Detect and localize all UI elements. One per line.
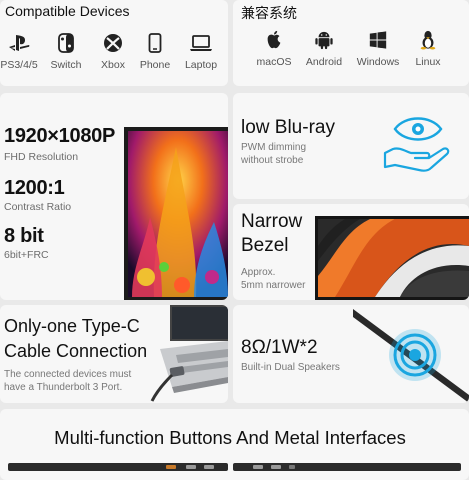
system-linux: Linux — [403, 30, 453, 68]
type-c-note-line2: have a Thunderbolt 3 Port. — [4, 382, 123, 393]
android-icon — [315, 31, 333, 50]
laptop-usb-c-image — [150, 305, 228, 402]
speaker-card: 8Ω/1W*2 Built-in Dual Speakers — [233, 305, 469, 403]
system-label: Android — [305, 56, 343, 68]
low-blue-light-title: low Blu-ray — [241, 117, 335, 138]
phone-icon — [148, 33, 162, 53]
device-phone: Phone — [130, 33, 180, 71]
device-label: Laptop — [184, 59, 218, 71]
device-laptop: Laptop — [176, 33, 226, 71]
narrow-bezel-title-line2: Bezel — [241, 235, 289, 256]
playstation-icon — [9, 35, 30, 51]
narrow-bezel-sub-line1: Approx. — [241, 267, 276, 278]
xbox-icon — [104, 34, 122, 52]
compatible-devices-card: Compatible Devices PS3/4/5 Switch Xbox P… — [0, 0, 228, 86]
device-ps: PS3/4/5 — [0, 33, 44, 71]
compatible-systems-title: 兼容系统 — [241, 5, 297, 21]
monitor-side-view-left — [8, 463, 228, 471]
monitor-artwork-image — [124, 127, 228, 300]
apple-icon — [267, 30, 281, 49]
system-label: Linux — [415, 56, 441, 68]
compatible-devices-title: Compatible Devices — [5, 3, 130, 19]
buttons-interfaces-card: Multi-function Buttons And Metal Interfa… — [0, 409, 469, 480]
narrow-bezel-sub-line2: 5mm narrower — [241, 280, 306, 291]
contrast-value: 1200:1 — [4, 177, 65, 199]
narrow-bezel-title-line1: Narrow — [241, 211, 303, 232]
type-c-note-line1: The connected devices must — [4, 369, 132, 380]
type-c-title-line2: Cable Connection — [4, 341, 148, 361]
buttons-interfaces-title: Multi-function Buttons And Metal Interfa… — [54, 427, 406, 448]
narrow-bezel-card: Narrow Bezel Approx. 5mm narrower — [233, 204, 469, 300]
type-c-title-line1: Only-one Type-C — [4, 316, 140, 336]
compatible-systems-card: 兼容系统 macOS Android Windows Linux — [233, 0, 469, 86]
device-label: Phone — [139, 59, 171, 71]
device-label: Switch — [50, 59, 82, 71]
monitor-side-view-right — [233, 463, 461, 471]
device-switch: Switch — [41, 33, 91, 71]
laptop-icon — [190, 35, 212, 51]
speaker-subtitle: Built-in Dual Speakers — [241, 362, 340, 373]
device-label: PS3/4/5 — [0, 59, 38, 71]
type-c-card: Only-one Type-C Cable Connection The con… — [0, 305, 228, 403]
resolution-value: 1920×1080P — [4, 125, 116, 147]
system-windows: Windows — [353, 30, 403, 68]
system-label: Windows — [356, 56, 400, 68]
nintendo-switch-icon — [58, 33, 74, 53]
low-blue-light-card: low Blu-ray PWM dimming without strobe — [233, 93, 469, 199]
low-blue-light-line1: PWM dimming — [241, 142, 307, 153]
narrow-bezel-monitor-image — [315, 216, 469, 300]
resolution-label: FHD Resolution — [4, 151, 79, 163]
eye-protection-icon — [383, 117, 450, 172]
contrast-label: Contrast Ratio — [4, 201, 72, 213]
linux-icon — [420, 30, 436, 50]
low-blue-light-line2: without strobe — [241, 155, 304, 166]
speaker-title: 8Ω/1W*2 — [241, 337, 318, 358]
system-android: Android — [299, 30, 349, 68]
system-label: macOS — [256, 56, 292, 68]
windows-icon — [369, 31, 387, 49]
bit-depth-label: 6bit+FRC — [4, 249, 49, 261]
system-macos: macOS — [249, 30, 299, 68]
specs-card: 1920×1080P FHD Resolution 1200:1 Contras… — [0, 93, 228, 300]
speaker-image — [353, 309, 469, 403]
bit-depth-value: 8 bit — [4, 225, 44, 247]
